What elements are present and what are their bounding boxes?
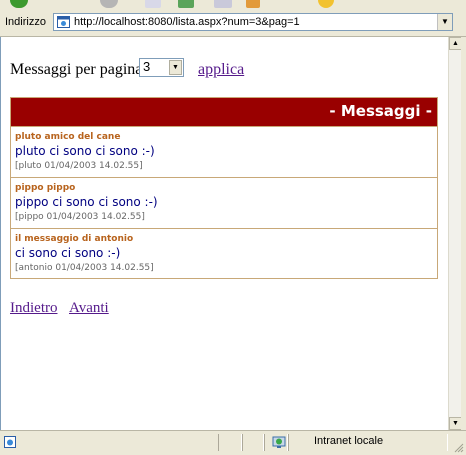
status-bar: Intranet locale <box>0 430 466 455</box>
apply-link[interactable]: applica <box>198 61 244 79</box>
page-size-value: 3 <box>143 59 151 74</box>
address-url: http://localhost:8080/lista.aspx?num=3&p… <box>74 16 300 28</box>
address-label: Indirizzo <box>5 16 46 28</box>
address-input[interactable]: http://localhost:8080/lista.aspx?num=3&p… <box>53 13 453 31</box>
address-bar: Indirizzo http://localhost:8080/lista.as… <box>0 10 466 37</box>
message-item: pluto amico del cane pluto ci sono ci so… <box>11 126 437 177</box>
prev-page-link[interactable]: Indietro <box>10 300 57 317</box>
chevron-down-icon[interactable]: ▼ <box>169 60 182 75</box>
message-title: pluto amico del cane <box>15 132 121 142</box>
chevron-down-icon[interactable]: ▼ <box>437 14 452 30</box>
back-button[interactable] <box>10 0 28 8</box>
intranet-icon <box>272 436 286 448</box>
search-button[interactable] <box>246 0 260 8</box>
messages-header: - Messaggi - <box>11 98 437 126</box>
status-segment <box>242 434 264 451</box>
message-meta: [pluto 01/04/2003 14.02.55] <box>15 161 143 171</box>
window-edge <box>461 37 466 430</box>
home-button[interactable] <box>214 0 232 8</box>
ie-page-icon <box>4 436 16 448</box>
message-title: pippo pippo <box>15 183 76 193</box>
status-segment <box>218 434 242 451</box>
vertical-scrollbar[interactable]: ▲ ▼ <box>448 37 462 430</box>
message-body: ci sono ci sono :-) <box>15 246 121 260</box>
stop-button[interactable] <box>145 0 161 8</box>
message-meta: [pippo 01/04/2003 14.02.55] <box>15 212 145 222</box>
favorites-button[interactable] <box>318 0 334 8</box>
message-title: il messaggio di antonio <box>15 234 134 244</box>
message-body: pluto ci sono ci sono :-) <box>15 144 155 158</box>
message-item: il messaggio di antonio ci sono ci sono … <box>11 228 437 279</box>
refresh-button[interactable] <box>178 0 194 8</box>
messages-panel: - Messaggi - pluto amico del cane pluto … <box>10 97 438 279</box>
toolbar-strip <box>0 0 466 10</box>
resize-grip-icon[interactable] <box>454 443 464 453</box>
messages-header-title: - Messaggi - <box>329 102 432 120</box>
zone-label: Intranet locale <box>314 435 384 447</box>
forward-button[interactable] <box>100 0 118 8</box>
next-page-link[interactable]: Avanti <box>69 300 109 317</box>
message-item: pippo pippo pippo ci sono ci sono :-) [p… <box>11 177 437 228</box>
page-icon <box>57 16 70 28</box>
message-body: pippo ci sono ci sono :-) <box>15 195 158 209</box>
page-size-select[interactable]: 3 ▼ <box>139 58 184 77</box>
message-meta: [antonio 01/04/2003 14.02.55] <box>15 263 154 273</box>
messages-per-page-label: Messaggi per pagina <box>10 61 143 78</box>
